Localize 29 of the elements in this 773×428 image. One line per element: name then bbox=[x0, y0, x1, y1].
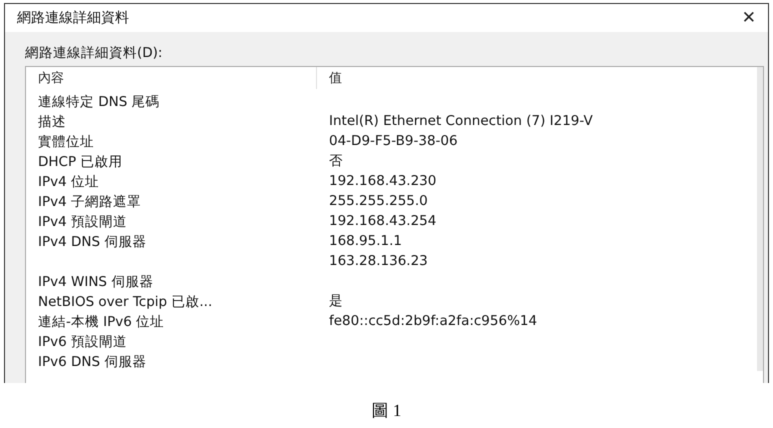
figure-caption: 圖 1 bbox=[372, 401, 402, 420]
property-cell: 實體位址 bbox=[38, 134, 94, 150]
value-cell-text: 255.255.255.0 bbox=[328, 193, 428, 209]
property-cell: 描述 bbox=[38, 114, 66, 130]
property-cell: IPv4 WINS 伺服器 bbox=[38, 274, 154, 290]
value-cell-text: Intel(R) Ethernet Connection (7) I219-V bbox=[328, 113, 593, 129]
value-cell-text: 04-D9-F5-B9-38-06 bbox=[328, 133, 458, 149]
value-cell-text: 否 bbox=[328, 152, 343, 170]
value-cell-text: 192.168.43.254 bbox=[328, 213, 436, 229]
value-cell-text: 192.168.43.230 bbox=[328, 173, 436, 189]
value-cell-text: 163.28.136.23 bbox=[328, 253, 428, 269]
column-header[interactable]: 值 bbox=[317, 67, 342, 89]
value-cell-text: 是 bbox=[328, 292, 343, 310]
property-cell: IPv4 位址 bbox=[38, 174, 99, 190]
column-header[interactable]: 內容 bbox=[26, 67, 317, 89]
list-label: 網路連線詳細資料(D): bbox=[25, 44, 164, 62]
value-cell-text: fe80::cc5d:2b9f:a2fa:c956%14 bbox=[328, 313, 538, 329]
window-title: 網路連線詳細資料 bbox=[17, 9, 129, 27]
property-cell: NetBIOS over Tcpip 已啟... bbox=[38, 294, 212, 310]
property-cell: 連線特定 DNS 尾碼 bbox=[38, 94, 160, 110]
property-cell: IPv4 子網路遮罩 bbox=[38, 194, 141, 210]
property-cell: DHCP 已啟用 bbox=[38, 154, 122, 170]
property-cell: 連結-本機 IPv6 位址 bbox=[38, 314, 164, 330]
property-cell: IPv4 預設閘道 bbox=[38, 214, 127, 230]
value-cell-text: 168.95.1.1 bbox=[328, 233, 402, 249]
property-cell: IPv6 預設閘道 bbox=[38, 334, 127, 350]
property-cell: IPv4 DNS 伺服器 bbox=[38, 234, 146, 250]
property-cell: IPv6 DNS 伺服器 bbox=[38, 354, 146, 370]
close-button[interactable]: ✕ bbox=[738, 8, 760, 28]
